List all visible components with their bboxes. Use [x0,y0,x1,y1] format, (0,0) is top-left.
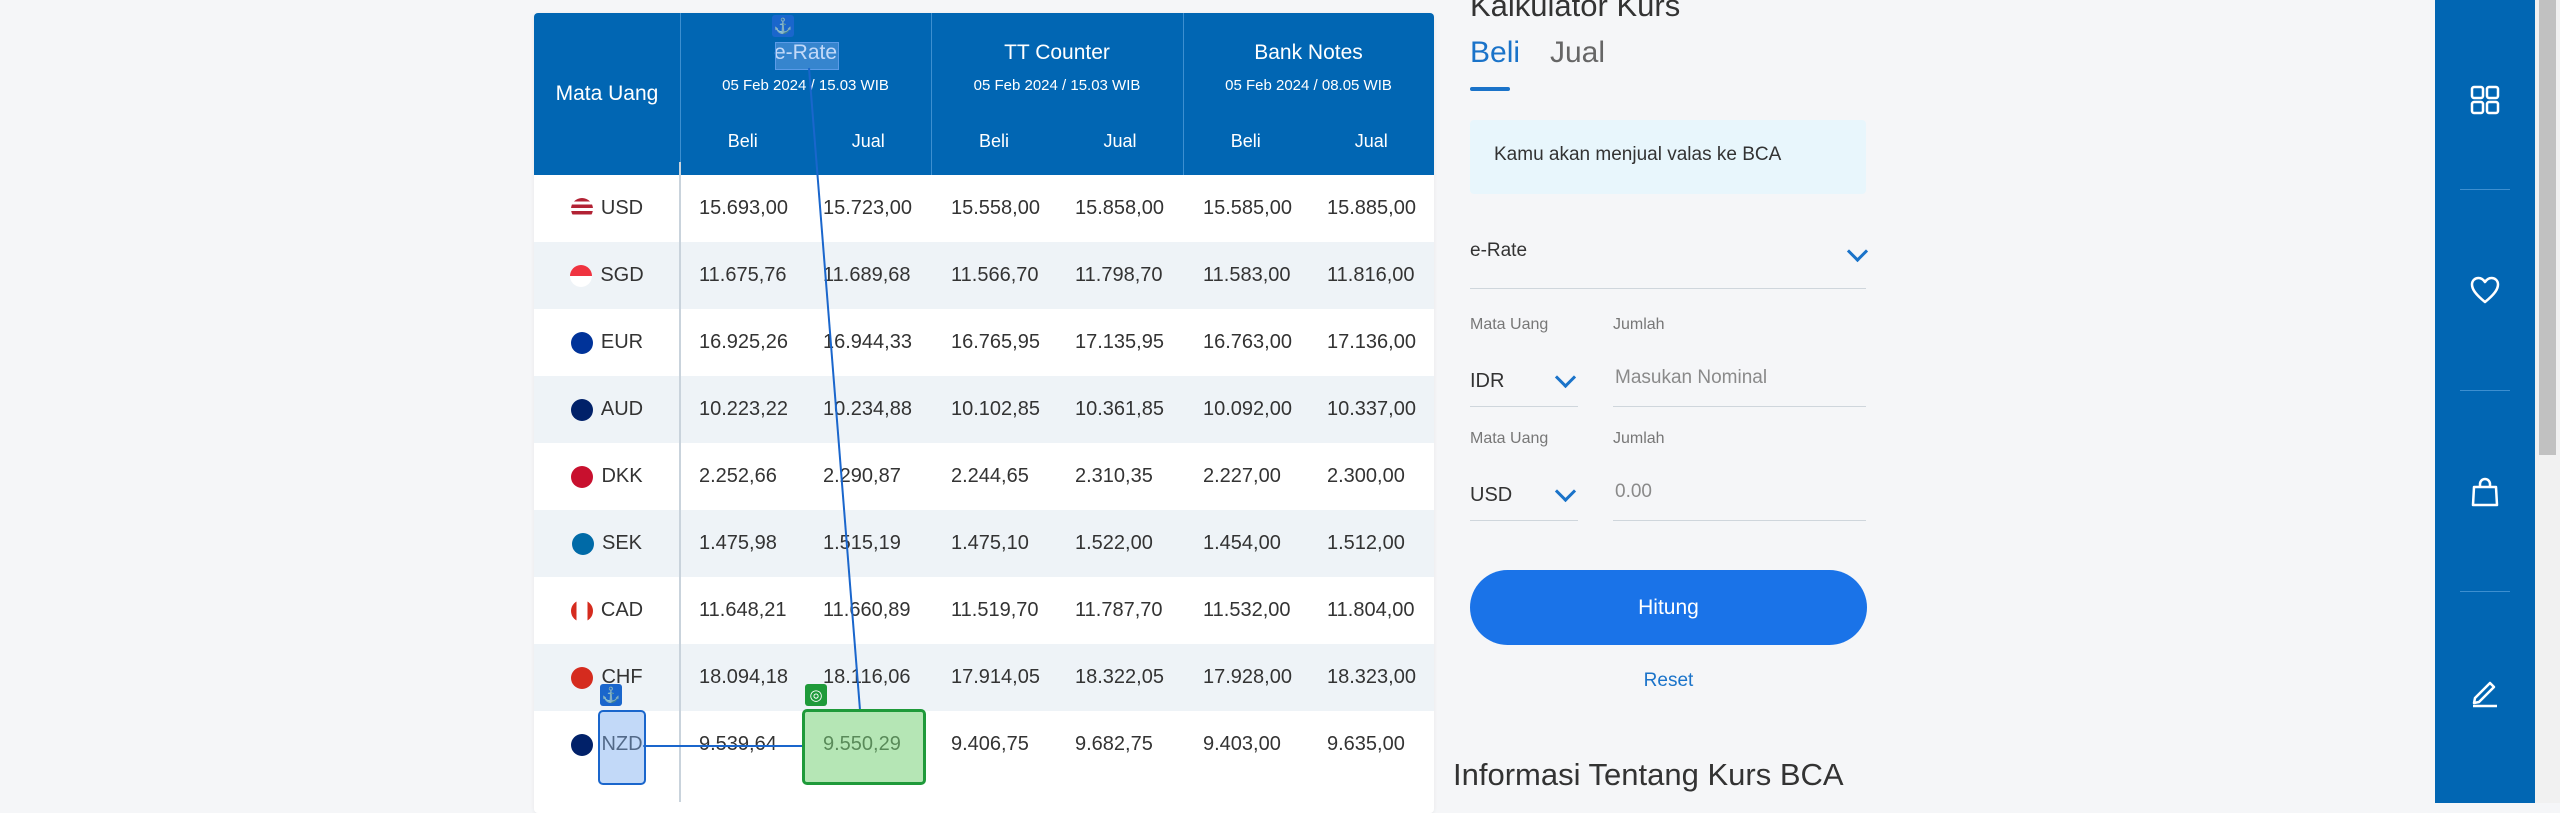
connector-lines [643,67,861,747]
anchor-icon: ⚓ [600,684,622,706]
target-icon: ◎ [805,684,827,706]
anchor-element-highlight [598,710,646,785]
connector-line [808,67,861,711]
target-element-highlight [802,709,926,785]
